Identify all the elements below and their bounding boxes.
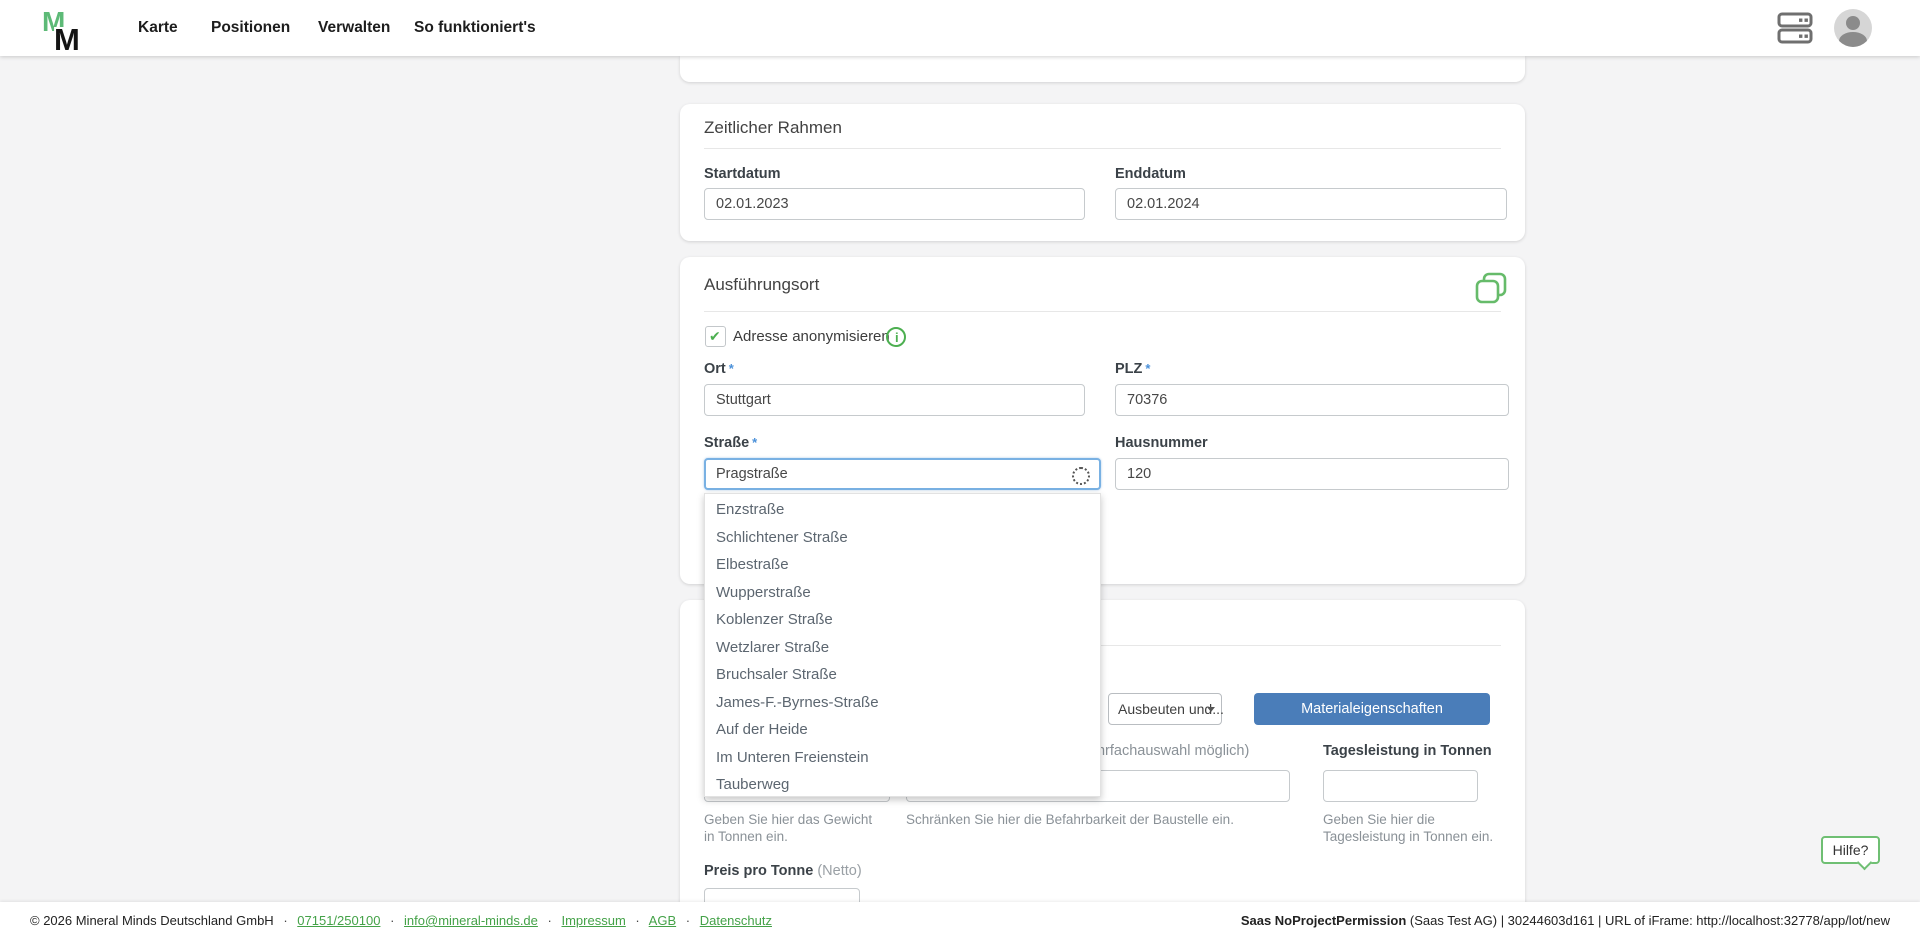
plz-label-text: PLZ: [1115, 361, 1142, 377]
strasse-input[interactable]: [704, 458, 1101, 490]
suggestion-item[interactable]: Elbestraße: [705, 551, 1100, 579]
plz-input[interactable]: [1115, 384, 1509, 416]
ort-input[interactable]: [704, 384, 1085, 416]
suggestion-item[interactable]: Tauberweg: [705, 771, 1100, 797]
startdatum-input[interactable]: [704, 188, 1085, 220]
strasse-label: Straße*: [704, 435, 757, 451]
footer-separator: ·: [635, 913, 639, 928]
hausnummer-input[interactable]: [1115, 458, 1509, 490]
required-marker: *: [752, 435, 757, 450]
nav-item-so-funktionierts[interactable]: So funktioniert's: [414, 0, 536, 56]
enddatum-input[interactable]: [1115, 188, 1507, 220]
server-stack-icon[interactable]: [1776, 12, 1814, 49]
suggestion-item[interactable]: James-F.-Byrnes-Straße: [705, 689, 1100, 717]
suggestion-item[interactable]: Im Unteren Freienstein: [705, 744, 1100, 772]
footer-link-datenschutz[interactable]: Datenschutz: [700, 913, 772, 928]
plz-label: PLZ*: [1115, 361, 1150, 377]
footer-separator: ·: [686, 913, 690, 928]
ausbeuten-select[interactable]: Ausbeuten und...: [1108, 693, 1222, 725]
footer-left: © 2026 Mineral Minds Deutschland GmbH · …: [30, 902, 772, 943]
gewicht-help-text: Geben Sie hier das Gewicht in Tonnen ein…: [704, 811, 884, 845]
required-marker: *: [1145, 361, 1150, 376]
app-root: M M Karte Positionen Verwalten So funkti…: [0, 0, 1920, 943]
preis-label-text: Preis pro Tonne: [704, 863, 813, 879]
footer-env-info: Saas NoProjectPermission (Saas Test AG) …: [1241, 902, 1890, 943]
help-bubble-button[interactable]: Hilfe?: [1821, 836, 1880, 864]
section-divider: [704, 311, 1501, 312]
footer-separator: ·: [283, 913, 287, 928]
footer: © 2026 Mineral Minds Deutschland GmbH · …: [0, 902, 1920, 943]
suggestion-item[interactable]: Wupperstraße: [705, 579, 1100, 607]
avatar-head-icon: [1846, 16, 1860, 30]
suggestion-item[interactable]: Wetzlarer Straße: [705, 634, 1100, 662]
footer-tenant-name: Saas NoProjectPermission: [1241, 913, 1406, 928]
nav-item-karte[interactable]: Karte: [138, 0, 178, 56]
copy-icon[interactable]: [1473, 271, 1511, 312]
section-title-zeitlicher-rahmen: Zeitlicher Rahmen: [704, 118, 842, 138]
preis-netto-suffix: (Netto): [817, 863, 861, 879]
footer-env-details: (Saas Test AG) | 30244603d161 | URL of i…: [1406, 913, 1890, 928]
footer-separator: ·: [548, 913, 552, 928]
suggestion-item[interactable]: Enzstraße: [705, 496, 1100, 524]
strasse-label-text: Straße: [704, 435, 749, 451]
card-zeitlicher-rahmen: Zeitlicher Rahmen Startdatum Enddatum: [680, 104, 1525, 241]
section-title-ausfuehrungsort: Ausführungsort: [704, 275, 819, 295]
footer-link-phone[interactable]: 07151/250100: [297, 913, 380, 928]
ort-label-text: Ort: [704, 361, 726, 377]
enddatum-label: Enddatum: [1115, 166, 1186, 182]
tagesleistung-help-text: Geben Sie hier die Tagesleistung in Tonn…: [1323, 811, 1503, 845]
befahrbarkeit-help-text: Schränken Sie hier die Befahrbarkeit der…: [906, 811, 1326, 828]
svg-text:M: M: [54, 22, 80, 53]
ort-label: Ort*: [704, 361, 734, 377]
top-navbar: M M Karte Positionen Verwalten So funkti…: [0, 0, 1920, 56]
avatar-body-icon: [1839, 32, 1867, 47]
nav-item-positionen[interactable]: Positionen: [211, 0, 290, 56]
suggestion-item[interactable]: Schlichtener Straße: [705, 524, 1100, 552]
footer-link-agb[interactable]: AGB: [649, 913, 676, 928]
section-divider: [704, 148, 1501, 149]
nav-item-verwalten[interactable]: Verwalten: [318, 0, 390, 56]
materialeigenschaften-bearbeiten-button[interactable]: Materialeigenschaften bearbeiten: [1254, 693, 1490, 725]
suggestion-item[interactable]: Koblenzer Straße: [705, 606, 1100, 634]
tagesleistung-label: Tagesleistung in Tonnen: [1323, 743, 1492, 759]
street-suggestions-dropdown: Enzstraße Schlichtener Straße Elbestraße…: [704, 493, 1101, 797]
card-previous-partial: [680, 56, 1525, 82]
spinner-icon: [1072, 467, 1090, 485]
preis-label: Preis pro Tonne (Netto): [704, 863, 862, 879]
startdatum-label: Startdatum: [704, 166, 781, 182]
suggestion-item[interactable]: Bruchsaler Straße: [705, 661, 1100, 689]
avatar[interactable]: [1834, 9, 1872, 47]
footer-link-impressum[interactable]: Impressum: [561, 913, 625, 928]
hausnummer-label: Hausnummer: [1115, 435, 1208, 451]
suggestion-item[interactable]: Auf der Heide: [705, 716, 1100, 744]
tagesleistung-input[interactable]: [1323, 770, 1478, 802]
anonymize-label: Adresse anonymisieren: [733, 328, 890, 345]
copyright-text: © 2026 Mineral Minds Deutschland GmbH: [30, 913, 274, 928]
required-marker: *: [729, 361, 734, 376]
footer-link-email[interactable]: info@mineral-minds.de: [404, 913, 538, 928]
info-icon[interactable]: [886, 327, 906, 347]
anonymize-checkbox[interactable]: [705, 326, 726, 347]
footer-separator: ·: [390, 913, 394, 928]
brand-logo-icon[interactable]: M M: [42, 5, 88, 58]
